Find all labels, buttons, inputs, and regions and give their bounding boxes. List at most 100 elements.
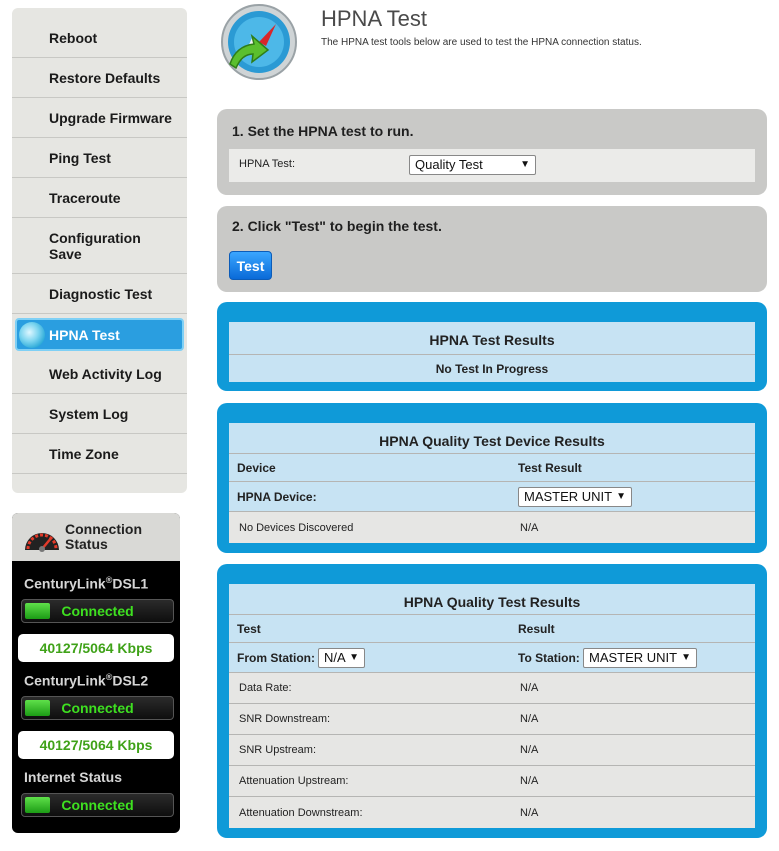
test-value-cell: N/A	[520, 682, 539, 694]
device-results-title-row: HPNA Quality Test Device Results	[229, 423, 755, 454]
sidebar-item-label: Upgrade Firmware	[49, 109, 172, 126]
step2-panel: 2. Click "Test" to begin the test. Test	[217, 206, 767, 292]
device-name-cell: No Devices Discovered	[239, 521, 354, 534]
test-value-cell: N/A	[520, 775, 539, 787]
chevron-down-icon: ▼	[349, 652, 359, 663]
results-status: No Test In Progress	[435, 361, 549, 376]
sidebar-item-restore-defaults[interactable]: Restore Defaults	[12, 58, 187, 98]
from-station-select-value: N/A	[324, 650, 346, 665]
dsl1-status-indicator: Connected	[21, 599, 174, 623]
results-status-row: No Test In Progress	[229, 355, 755, 382]
device-results-header-row: Device Test Result	[229, 454, 755, 482]
table-row: Data Rate: N/A	[229, 673, 755, 704]
sidebar-item-configuration-save[interactable]: Configuration Save	[12, 218, 187, 274]
sidebar-item-system-log[interactable]: System Log	[12, 394, 187, 434]
test-value-cell: N/A	[520, 806, 539, 819]
hpna-test-select-value: Quality Test	[415, 157, 483, 172]
dsl2-status-text: Connected	[61, 700, 134, 716]
sidebar-item-upgrade-firmware[interactable]: Upgrade Firmware	[12, 98, 187, 138]
step2-heading: 2. Click "Test" to begin the test.	[232, 218, 442, 234]
step1-panel: 1. Set the HPNA test to run. HPNA Test: …	[217, 109, 767, 195]
device-column-header: Device	[237, 460, 276, 475]
sidebar-item-diagnostic-test[interactable]: Diagnostic Test	[12, 274, 187, 314]
test-name-cell: Data Rate:	[239, 682, 292, 694]
test-name-cell: SNR Downstream:	[239, 713, 331, 725]
table-row: SNR Upstream: N/A	[229, 735, 755, 766]
sidebar-item-label: Reboot	[49, 29, 98, 46]
sidebar-item-label: Ping Test	[49, 149, 111, 166]
results-title: HPNA Test Results	[429, 332, 555, 348]
quality-results-title: HPNA Quality Test Results	[403, 594, 581, 610]
internet-status-label: Internet Status	[24, 769, 123, 785]
dsl1-status-text: Connected	[61, 603, 134, 619]
sidebar-item-label: System Log	[49, 405, 129, 422]
test-button[interactable]: Test	[229, 251, 272, 280]
table-row: Attenuation Upstream: N/A	[229, 766, 755, 797]
table-row: No Devices Discovered N/A	[229, 512, 755, 543]
hpna-device-label: HPNA Device:	[237, 489, 317, 504]
sidebar-item-label: Diagnostic Test	[49, 285, 153, 302]
dsl2-speed: 40127/5064 Kbps	[18, 731, 174, 759]
internet-status-text: Connected	[61, 797, 134, 813]
sidebar-item-label: HPNA Test	[49, 326, 120, 343]
internet-status-indicator: Connected	[21, 793, 174, 817]
sidebar-item-label: Web Activity Log	[49, 365, 162, 382]
sidebar-item-hpna-test[interactable]: HPNA Test	[15, 318, 184, 351]
sidebar-nav: Reboot Restore Defaults Upgrade Firmware…	[12, 8, 187, 493]
hpna-test-label: HPNA Test:	[239, 158, 296, 170]
sidebar-item-time-zone[interactable]: Time Zone	[12, 434, 187, 474]
chevron-down-icon: ▼	[616, 491, 626, 502]
to-station-label: To Station:	[518, 650, 580, 665]
test-column-header: Test	[237, 621, 261, 636]
dsl1-speed: 40127/5064 Kbps	[18, 634, 174, 662]
dsl1-label: CenturyLink®DSL1	[24, 575, 149, 592]
sidebar-item-ping-test[interactable]: Ping Test	[12, 138, 187, 178]
speedometer-icon	[25, 533, 59, 552]
quality-results-title-row: HPNA Quality Test Results	[229, 584, 755, 615]
test-value-cell: N/A	[520, 713, 539, 725]
hpna-device-row: HPNA Device: MASTER UNIT ▼	[229, 482, 755, 512]
results-title-row: HPNA Test Results	[229, 322, 755, 355]
sidebar-item-label: Restore Defaults	[49, 69, 161, 86]
hpna-test-select[interactable]: Quality Test ▼	[409, 155, 536, 175]
table-row: SNR Downstream: N/A	[229, 704, 755, 735]
chevron-down-icon: ▼	[520, 159, 530, 170]
station-select-row: From Station: N/A ▼ To Station: MASTER U…	[229, 643, 755, 673]
quality-results-panel: HPNA Quality Test Results Test Result Fr…	[217, 564, 767, 838]
device-results-title: HPNA Quality Test Device Results	[379, 433, 605, 449]
test-result-column-header: Test Result	[518, 460, 582, 475]
connection-status-header: Connection Status	[12, 513, 180, 561]
sidebar-item-traceroute[interactable]: Traceroute	[12, 178, 187, 218]
page-title: HPNA Test	[321, 6, 427, 31]
device-results-panel: HPNA Quality Test Device Results Device …	[217, 403, 767, 553]
to-station-select[interactable]: MASTER UNIT ▼	[583, 648, 697, 668]
sidebar-item-web-activity-log[interactable]: Web Activity Log	[12, 354, 187, 394]
test-name-cell: SNR Upstream:	[239, 744, 317, 756]
compass-logo-icon	[221, 4, 297, 80]
sidebar-item-label: Configuration Save	[49, 229, 141, 262]
chevron-down-icon: ▼	[681, 652, 691, 663]
sidebar-item-label: Time Zone	[49, 445, 119, 462]
test-value-cell: N/A	[520, 744, 539, 756]
table-row: Attenuation Downstream: N/A	[229, 797, 755, 828]
hpna-device-select[interactable]: MASTER UNIT ▼	[518, 487, 632, 507]
device-result-cell: N/A	[520, 521, 539, 534]
dsl2-label: CenturyLink®DSL2	[24, 672, 149, 689]
hpna-device-select-value: MASTER UNIT	[524, 489, 613, 504]
connection-status-title: Connection Status	[65, 521, 142, 552]
step1-heading: 1. Set the HPNA test to run.	[232, 123, 414, 139]
sidebar-item-label: Traceroute	[49, 189, 121, 206]
from-station-label: From Station:	[237, 650, 315, 665]
result-column-header: Result	[518, 621, 555, 636]
hpna-test-row: HPNA Test: Quality Test ▼	[229, 149, 755, 182]
connection-status-panel: Connection Status CenturyLink®DSL1 Conne…	[12, 513, 180, 833]
page-description: The HPNA test tools below are used to te…	[321, 37, 642, 48]
quality-results-header-row: Test Result	[229, 615, 755, 643]
dsl2-status-indicator: Connected	[21, 696, 174, 720]
hpna-test-results-panel: HPNA Test Results No Test In Progress	[217, 302, 767, 391]
test-name-cell: Attenuation Upstream:	[239, 775, 349, 787]
sidebar-item-reboot[interactable]: Reboot	[12, 18, 187, 58]
test-name-cell: Attenuation Downstream:	[239, 806, 363, 819]
from-station-select[interactable]: N/A ▼	[318, 648, 365, 668]
to-station-select-value: MASTER UNIT	[589, 650, 678, 665]
